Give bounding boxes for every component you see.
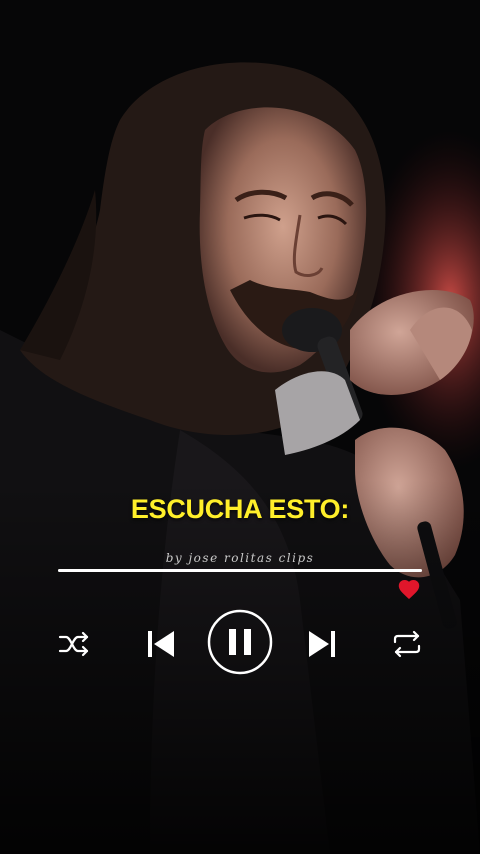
repeat-button[interactable] bbox=[390, 629, 424, 659]
previous-icon bbox=[148, 631, 174, 657]
pause-icon bbox=[207, 609, 273, 675]
heart-icon[interactable] bbox=[398, 579, 420, 599]
progress-fill bbox=[58, 569, 422, 572]
credit-text: by jose rolitas clips bbox=[165, 551, 315, 565]
repeat-icon bbox=[393, 630, 421, 658]
shuffle-icon bbox=[58, 631, 89, 657]
pause-button[interactable] bbox=[206, 608, 274, 676]
previous-button[interactable] bbox=[143, 626, 179, 662]
shuffle-button[interactable] bbox=[58, 629, 92, 659]
next-icon bbox=[309, 631, 335, 657]
next-button[interactable] bbox=[304, 626, 340, 662]
video-frame bbox=[0, 0, 480, 854]
video-screen: ESCUCHA ESTO: by jose rolitas clips bbox=[0, 0, 480, 854]
singer-image bbox=[0, 0, 480, 854]
caption-title: ESCUCHA ESTO: bbox=[130, 494, 350, 524]
progress-bar[interactable] bbox=[58, 569, 422, 572]
